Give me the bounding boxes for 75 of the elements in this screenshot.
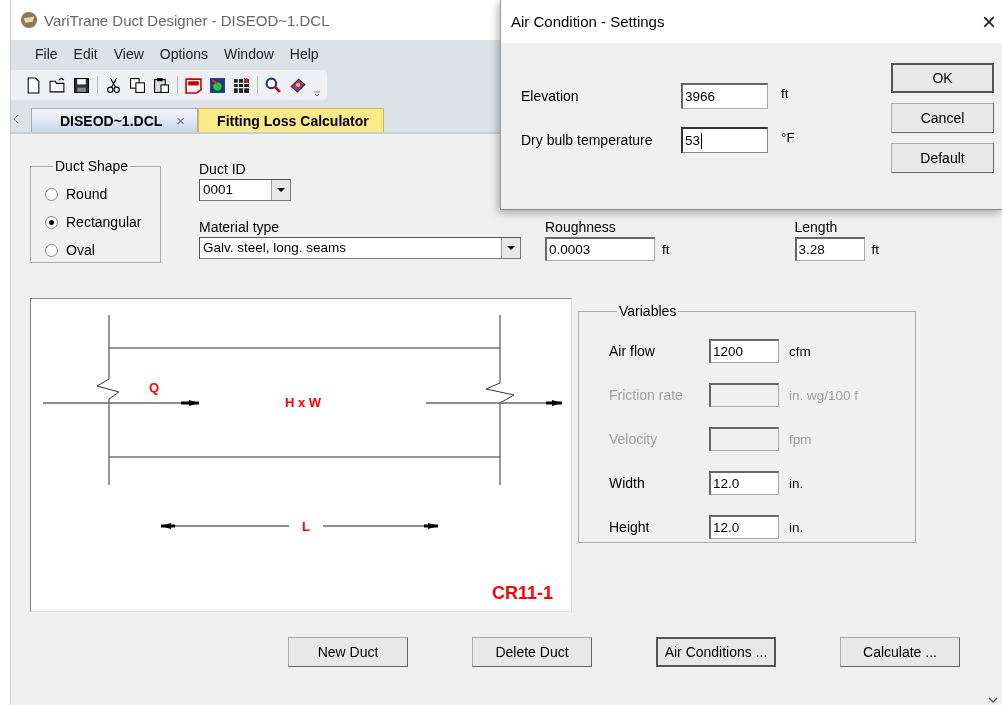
field-label: Elevation: [521, 88, 580, 104]
unit-label: fpm: [789, 431, 812, 447]
radio-button[interactable]: [45, 187, 58, 201]
unit-label: ft: [871, 241, 880, 257]
table-icon[interactable]: [233, 76, 250, 94]
dialog-button[interactable]: Default: [891, 143, 994, 173]
fitting-code: CR11-1: [491, 583, 553, 603]
input-field[interactable]: 3966: [681, 83, 768, 109]
magnifier-icon[interactable]: [265, 76, 282, 94]
action-button[interactable]: Calculate ...: [840, 637, 960, 667]
menu-item[interactable]: File: [27, 46, 66, 62]
group-title: Variables: [618, 303, 678, 319]
action-button[interactable]: Delete Duct: [472, 637, 592, 667]
action-button[interactable]: New Duct: [288, 637, 408, 667]
menu-item[interactable]: Help: [281, 46, 327, 62]
close-tab-icon[interactable]: ×: [176, 112, 186, 129]
roughness-field[interactable]: 0.0003: [545, 237, 655, 261]
field-label: Air flow: [609, 343, 656, 359]
unit-label: in. wg/100 f: [789, 387, 859, 403]
radio-label[interactable]: Rectangular: [66, 214, 142, 230]
material-dropdown[interactable]: Galv. steel, long. seams: [199, 237, 521, 259]
unit-label: ft: [781, 85, 789, 101]
radio-button[interactable]: [45, 243, 58, 257]
flow-label: Q: [149, 380, 160, 395]
field-label: Friction rate: [609, 387, 684, 403]
scroll-left-icon[interactable]: [13, 114, 19, 124]
input-field[interactable]: 12.0: [709, 471, 779, 495]
length-field[interactable]: 3.28: [794, 237, 865, 261]
field-label: Width: [609, 475, 646, 491]
cut-icon[interactable]: [105, 76, 122, 94]
tab[interactable]: Fitting Loss Calculator: [198, 108, 384, 132]
action-button[interactable]: Air Conditions ...: [656, 637, 776, 667]
input-field[interactable]: 53: [681, 127, 768, 153]
app-logo-icon: [20, 11, 38, 29]
close-button[interactable]: ×: [976, 7, 1002, 36]
length-label: L: [302, 519, 310, 534]
unit-label: ft: [662, 241, 670, 257]
duct-id-dropdown[interactable]: 0001: [199, 179, 291, 201]
radio-label[interactable]: Oval: [66, 242, 95, 258]
field-label: Duct ID: [199, 161, 247, 177]
menu-item[interactable]: View: [105, 46, 152, 62]
window-title: VariTrane Duct Designer - DISEOD~1.DCL: [44, 11, 330, 29]
copy-icon[interactable]: [129, 76, 146, 94]
group-title: Duct Shape: [54, 158, 130, 174]
dialog-title: Air Condition - Settings: [511, 13, 665, 30]
field-label: Height: [609, 519, 651, 535]
open-folder-icon[interactable]: [49, 76, 66, 94]
input-field[interactable]: 1200: [709, 339, 779, 363]
menu-item[interactable]: Window: [216, 46, 282, 62]
unit-label: cfm: [789, 343, 811, 359]
radio-button[interactable]: [45, 215, 58, 229]
tab[interactable]: DISEOD~1.DCL ×: [31, 108, 199, 132]
menu-item[interactable]: Options: [151, 46, 217, 62]
unit-label: in.: [789, 519, 804, 535]
save-icon[interactable]: [73, 76, 90, 94]
field-label: Length: [794, 219, 839, 235]
unit-label: °F: [781, 129, 795, 145]
field-label: Roughness: [545, 219, 617, 235]
scroll-down-icon[interactable]: [988, 697, 998, 703]
dropdown-arrow-icon: [277, 188, 285, 192]
field-label: Dry bulb temperature: [521, 132, 654, 148]
menu-item[interactable]: Edit: [65, 46, 106, 62]
new-file-icon[interactable]: [25, 76, 42, 94]
field-label: Material type: [199, 219, 281, 235]
radio-label[interactable]: Round: [66, 186, 108, 202]
paste-icon[interactable]: [153, 76, 170, 94]
text-cursor: [701, 132, 703, 149]
dropdown-arrow-icon: [507, 246, 515, 250]
dialog-button[interactable]: OK: [891, 63, 994, 93]
field-label: Velocity: [609, 431, 659, 447]
size-label: H x W: [284, 395, 322, 410]
dialog-button[interactable]: Cancel: [891, 103, 994, 133]
document-icon[interactable]: [185, 76, 202, 94]
unit-label: in.: [789, 475, 804, 491]
input-field[interactable]: 12.0: [709, 515, 779, 539]
